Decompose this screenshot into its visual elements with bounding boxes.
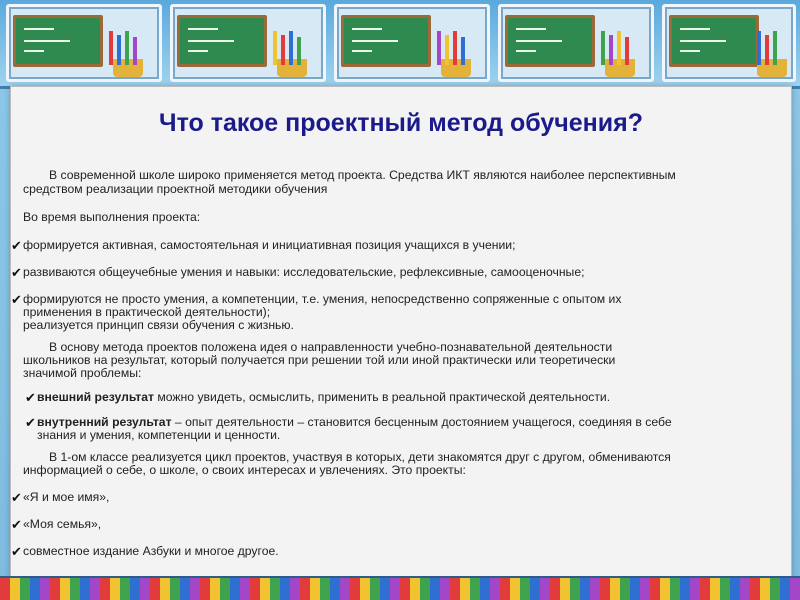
pencil-icon [773,31,777,65]
pencil-icon [289,31,293,65]
result-description: можно увидеть, осмыслить, применить в ре… [154,390,611,404]
chalkboard-icon [341,15,431,67]
pencil-icon [461,37,465,65]
chalk-line [24,50,44,52]
classroom-window-4 [498,4,654,82]
checkmark-icon: ✔ [25,390,36,405]
checkmark-icon: ✔ [11,238,22,253]
checkmark-icon: ✔ [11,292,22,307]
chalk-line [188,40,234,42]
chalkboard-icon [505,15,595,67]
result-description: – опыт деятельности – становится бесценн… [171,415,672,429]
result-term: внутренний результат [37,415,172,429]
checkmark-icon: ✔ [11,544,22,559]
grade-paragraph-line: информацией о себе, о школе, о своих инт… [23,463,466,477]
chalkboard-icon [13,15,103,67]
pencil-icon [609,35,613,65]
chalkboard-icon [177,15,267,67]
intro-paragraph-line: средством реализации проектной методики … [23,182,328,196]
slide: Что такое проектный метод обучения? В со… [0,0,800,600]
result-item: внешний результат можно увидеть, осмысли… [37,391,610,404]
checkmark-icon: ✔ [25,415,36,430]
project-item: «Я и мое имя», [23,490,110,504]
chalk-line [352,50,372,52]
project-item: совместное издание Азбуки и многое друго… [23,544,279,558]
chalk-line [516,28,546,30]
result-item-continuation: знания и умения, компетенции и ценности. [37,428,281,442]
bullet-item: развиваются общеучебные умения и навыки:… [23,265,585,279]
project-item: «Моя семья», [23,517,102,531]
during-heading: Во время выполнения проекта: [23,210,201,224]
checkmark-icon: ✔ [11,517,22,532]
chalk-line [24,28,54,30]
checkmark-icon: ✔ [11,490,22,505]
chalk-line [680,50,700,52]
footer-decoration [0,576,800,600]
pencil-icon [445,35,449,65]
bullet-item: формируется активная, самостоятельная и … [23,238,516,252]
pencil-icon [133,37,137,65]
result-term: внешний результат [37,390,154,404]
classroom-window-5 [662,4,796,82]
content-panel: Что такое проектный метод обучения? В со… [10,86,792,578]
pencil-icon [617,31,621,65]
pencil-icon [281,35,285,65]
pencil-cup-icon [757,59,787,77]
chalk-line [680,40,726,42]
slide-title: Что такое проектный метод обучения? [159,109,643,137]
chalk-line [680,28,710,30]
chalk-line [188,50,208,52]
classroom-window-2 [170,4,326,82]
pencil-icon [109,31,113,65]
pencil-icon [297,37,301,65]
pencil-icon [117,35,121,65]
chalk-line [352,40,398,42]
header-decoration [0,0,800,89]
chalk-line [516,50,536,52]
pencil-icon [273,31,277,65]
chalk-line [352,28,382,30]
classroom-window-3 [334,4,490,82]
pencil-icon [601,31,605,65]
pencil-icon [453,31,457,65]
chalk-line [188,28,218,30]
classroom-window-1 [6,4,162,82]
intro-paragraph-line: В современной школе широко применяется м… [49,168,676,182]
chalkboard-icon [669,15,759,67]
pencil-icon [437,31,441,65]
chalk-line [516,40,562,42]
bullet-item-continuation: реализуется принцип связи обучения с жиз… [23,318,294,332]
chalk-line [24,40,70,42]
pencil-icon [765,35,769,65]
basis-paragraph-line: значимой проблемы: [23,366,142,380]
pencil-icon [625,37,629,65]
checkmark-icon: ✔ [11,265,22,280]
pencil-icon [125,31,129,65]
pencil-icon [757,31,761,65]
